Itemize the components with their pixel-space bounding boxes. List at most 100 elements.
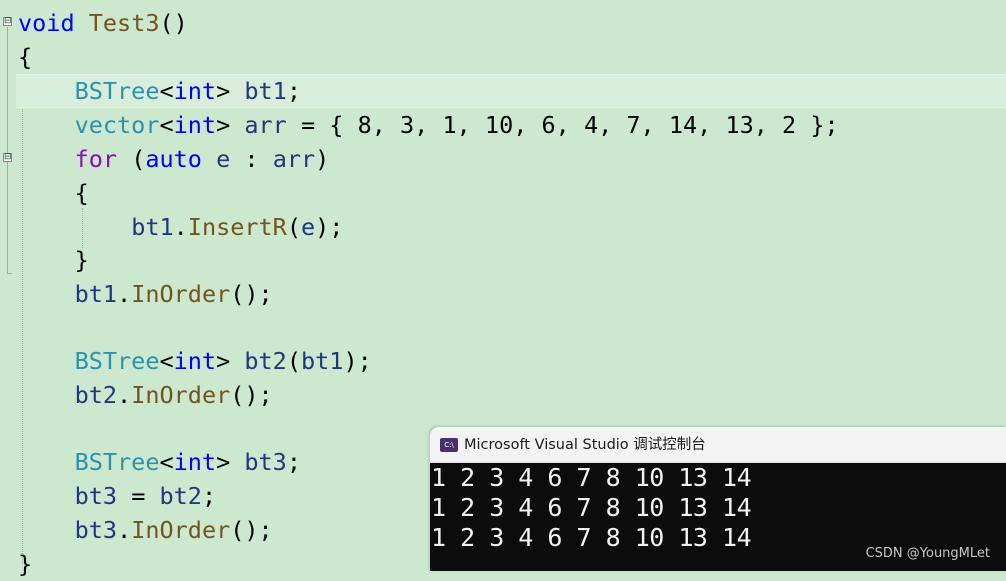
- code-token: ();: [230, 381, 273, 409]
- code-token: bt3: [74, 482, 118, 510]
- code-token: bt1: [131, 213, 174, 241]
- code-token: {: [18, 43, 33, 71]
- code-token: .: [117, 280, 132, 308]
- code-token: int: [173, 448, 217, 476]
- code-line[interactable]: bt2.InOrder();: [0, 378, 1006, 412]
- code-token: ;: [201, 482, 217, 510]
- code-token: (: [286, 213, 301, 241]
- code-token: .: [117, 381, 132, 409]
- code-token: ;: [286, 77, 301, 105]
- code-token: Test3: [88, 9, 160, 37]
- code-token: e: [301, 213, 316, 241]
- code-token: auto: [145, 145, 202, 173]
- code-token: bt3: [244, 448, 287, 476]
- code-token: <: [159, 111, 174, 139]
- code-text: bt3 = bt2;: [18, 479, 217, 513]
- console-app-icon: C:\: [440, 438, 458, 452]
- code-text: bt1.InsertR(e);: [18, 210, 343, 244]
- code-token: InOrder: [131, 516, 231, 544]
- code-token: BSTree: [74, 448, 160, 476]
- code-token: int: [173, 347, 217, 375]
- code-token: bt3: [74, 516, 118, 544]
- code-line[interactable]: void Test3(): [0, 6, 1006, 40]
- code-token: InOrder: [131, 280, 231, 308]
- code-token: >: [216, 448, 245, 476]
- console-output-line: 1 2 3 4 6 7 8 10 13 14: [431, 493, 752, 522]
- code-token: BSTree: [74, 77, 160, 105]
- code-token: int: [173, 111, 217, 139]
- debug-console-window[interactable]: C:\ Microsoft Visual Studio 调试控制台 1 2 3 …: [430, 427, 1006, 571]
- code-line[interactable]: }: [0, 243, 1006, 277]
- code-token: bt1: [244, 77, 287, 105]
- code-token: BSTree: [74, 347, 160, 375]
- code-token: {: [18, 179, 89, 207]
- code-line[interactable]: vector<int> arr = { 8, 3, 1, 10, 6, 4, 7…: [0, 108, 1006, 142]
- console-output-line: 1 2 3 4 6 7 8 10 13 14: [431, 523, 752, 552]
- code-token: bt2: [74, 381, 118, 409]
- code-token: .: [173, 213, 188, 241]
- code-line[interactable]: {: [0, 40, 1006, 74]
- code-token: = { 8, 3, 1, 10, 6, 4, 7, 14, 13, 2 };: [286, 111, 839, 139]
- code-token: ();: [230, 280, 273, 308]
- code-token: ;: [286, 448, 301, 476]
- code-token: void: [18, 9, 75, 37]
- code-line[interactable]: BSTree<int> bt1;: [16, 74, 1006, 108]
- code-token: );: [315, 213, 344, 241]
- code-token: =: [117, 482, 160, 510]
- console-output-line: 1 2 3 4 6 7 8 10 13 14: [431, 463, 752, 492]
- code-token: ): [315, 145, 330, 173]
- code-token: bt1: [301, 347, 344, 375]
- code-token: }: [18, 246, 89, 274]
- code-token: bt1: [74, 280, 118, 308]
- code-token: vector: [74, 111, 160, 139]
- code-text: vector<int> arr = { 8, 3, 1, 10, 6, 4, 7…: [18, 108, 839, 142]
- code-token: (): [159, 9, 188, 37]
- code-line[interactable]: {: [0, 176, 1006, 210]
- code-token: int: [173, 77, 217, 105]
- code-line[interactable]: bt1.InsertR(e);: [0, 210, 1006, 244]
- code-token: <: [159, 77, 174, 105]
- code-token: }: [18, 550, 33, 578]
- code-token: (: [286, 347, 301, 375]
- code-line[interactable]: BSTree<int> bt2(bt1);: [0, 344, 1006, 378]
- code-token: <: [159, 448, 174, 476]
- console-titlebar[interactable]: C:\ Microsoft Visual Studio 调试控制台: [430, 427, 1006, 463]
- code-token: for: [74, 145, 118, 173]
- code-text: void Test3(): [18, 6, 188, 40]
- code-token: :: [230, 145, 273, 173]
- code-text: {: [18, 176, 89, 210]
- code-token: >: [216, 77, 245, 105]
- code-token: bt2: [159, 482, 202, 510]
- code-token: InsertR: [187, 213, 287, 241]
- code-text: }: [18, 547, 32, 581]
- console-title: Microsoft Visual Studio 调试控制台: [464, 437, 706, 453]
- code-line[interactable]: bt1.InOrder();: [0, 277, 1006, 311]
- code-token: InOrder: [131, 381, 231, 409]
- code-token: e: [216, 145, 231, 173]
- code-text: }: [18, 243, 89, 277]
- code-text: bt1.InOrder();: [18, 277, 273, 311]
- watermark: CSDN @YoungMLet: [865, 546, 990, 561]
- code-token: .: [117, 516, 132, 544]
- code-line[interactable]: [0, 311, 1006, 345]
- code-text: bt3.InOrder();: [18, 513, 273, 547]
- code-token: <: [159, 347, 174, 375]
- code-token: ();: [230, 516, 273, 544]
- code-token: >: [216, 347, 245, 375]
- code-text: bt2.InOrder();: [18, 378, 273, 412]
- code-token: arr: [244, 111, 287, 139]
- code-line[interactable]: for (auto e : arr): [0, 142, 1006, 176]
- code-text: {: [18, 40, 32, 74]
